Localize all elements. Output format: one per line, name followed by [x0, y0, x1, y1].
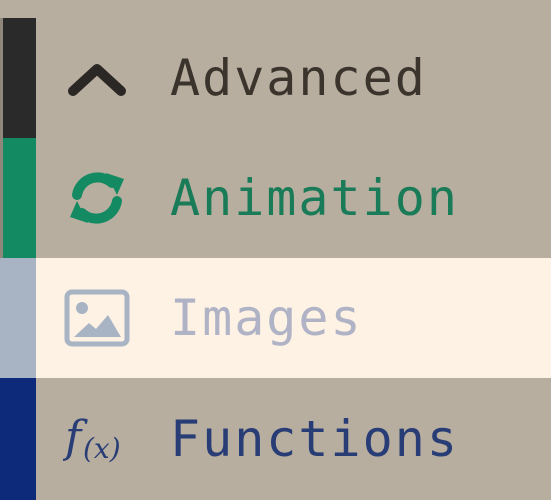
accent-bar-animation	[3, 138, 36, 258]
menu-label-functions: Functions	[170, 410, 459, 468]
accent-bar-images	[0, 258, 36, 378]
chevron-up-icon	[63, 48, 131, 108]
accent-bar-advanced	[3, 18, 36, 138]
image-icon	[63, 288, 131, 348]
accent-bar-functions	[0, 378, 36, 500]
menu-label-animation: Animation	[170, 169, 459, 227]
menu-label-advanced: Advanced	[170, 49, 427, 107]
category-menu: Advanced Animation Images f (x) Function…	[0, 18, 551, 500]
function-icon: f (x)	[63, 408, 131, 468]
svg-text:(x): (x)	[83, 432, 121, 465]
menu-label-images: Images	[170, 289, 363, 347]
menu-item-animation[interactable]: Animation	[0, 138, 551, 258]
menu-item-advanced[interactable]: Advanced	[0, 18, 551, 138]
refresh-icon	[63, 168, 131, 228]
menu-item-images[interactable]: Images	[0, 258, 551, 378]
panel-top-edge	[0, 0, 551, 18]
menu-item-functions[interactable]: f (x) Functions	[0, 378, 551, 500]
